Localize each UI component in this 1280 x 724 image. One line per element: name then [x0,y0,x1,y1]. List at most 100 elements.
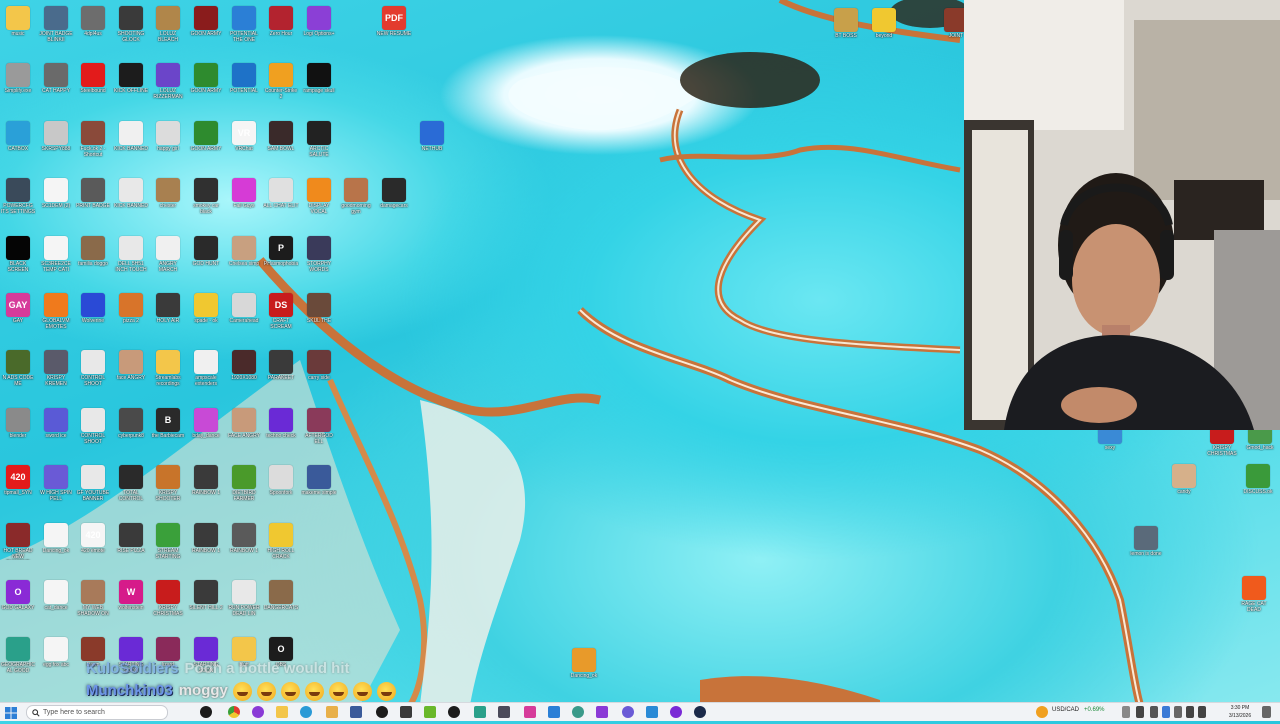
desktop-icon[interactable]: Chelsea simp [226,236,262,267]
desktop-icon[interactable]: SKUL THE [301,293,337,324]
desktop-icon[interactable]: Logi Options+ [301,6,337,37]
app-icon-6[interactable] [572,706,584,718]
app-icon-2[interactable] [400,706,412,718]
desktop-icon[interactable]: sword ice [38,408,74,439]
desktop-icon[interactable]: SKRSPY888 [38,121,74,152]
desktop-icon[interactable]: makeme simple [301,465,337,496]
desktop-icon[interactable]: Wwolfenstein [113,580,149,611]
desktop-icon[interactable]: HOT BREAD NEW DIAMOND [0,523,36,560]
desktop-icon[interactable]: Spoonfork [263,465,299,496]
app-icon-1[interactable] [350,706,362,718]
desktop-icon[interactable]: Fall Guys [226,178,262,209]
desktop-icon[interactable]: STREAM STARTING [150,523,186,560]
desktop-icon[interactable]: HOLY AIR [150,293,186,324]
desktop-icon[interactable]: PARAKEET [263,350,299,381]
desktop-icon[interactable]: POTENTIAL [226,63,262,94]
desktop-icon[interactable]: Counter-Strike 2 [263,63,299,100]
desktop-icon[interactable]: 4dpl4us [75,6,111,37]
desktop-icon[interactable]: AFTERGOD ELL [301,408,337,445]
desktop-icon[interactable]: PRINT BADGE [75,178,111,209]
tray-chevron-icon[interactable] [1122,706,1130,718]
desktop-icon[interactable]: 420 420 emote [75,523,111,554]
desktop-icon[interactable]: Camerahead [226,293,262,324]
desktop-icon[interactable]: Streamlabs recordings [150,350,186,387]
desktop-icon[interactable]: 1920X1080 [226,350,262,381]
desktop-icon[interactable]: familia doggo [75,236,111,267]
desktop-icon[interactable]: SHOOTING GLOCK [113,6,149,43]
desktop-icon[interactable]: ANGRY MARCH [150,236,186,273]
desktop-icon[interactable]: goodmorning gym [338,178,374,215]
desktop-icon[interactable]: RUN POWER DEAD LIN [226,580,262,617]
desktop-icon[interactable]: GOD HUNT [188,236,224,267]
desktop-icon[interactable]: damagecars [376,178,412,209]
desktop-icon[interactable]: KICK OFFLINE [113,63,149,94]
desktop-icon[interactable]: HIGH ROLL CRACK [263,523,299,560]
desktop-icon[interactable]: PDF NEW RESUME [376,6,412,37]
desktop-icon[interactable]: GF YOUTUBE BANNER [75,465,111,502]
desktop-icon[interactable]: CAT HAPPY [38,63,74,94]
microphone-icon[interactable] [1136,706,1144,718]
obs-icon[interactable] [376,706,388,718]
app-icon-3[interactable] [474,706,486,718]
desktop-icon[interactable]: RAGE CAT DEAD [1236,576,1272,613]
calculator-icon[interactable] [498,706,510,718]
desktop-icon[interactable]: Simplify.exe [0,63,36,94]
github-icon[interactable] [448,706,460,718]
desktop-icon[interactable]: beyond [866,8,902,39]
desktop-icon[interactable]: GEOGRAPHICAL GOOD [0,637,36,674]
browser-icon[interactable] [252,706,264,718]
desktop-icon[interactable]: Bthe Barbiecam [150,408,186,439]
desktop-icon[interactable]: spade - ok [188,293,224,324]
desktop-icon[interactable]: techno check [263,408,299,439]
desktop-icon[interactable]: BLACK SCREEN [0,236,36,273]
desktop-icon[interactable]: POTENTIAL THE ONE [226,6,262,43]
folder-icon[interactable] [326,706,338,718]
desktop-icon[interactable]: LOLUZ BLEACH [150,6,186,43]
desktop-icon[interactable]: GLOBALVM EMOTES [38,293,74,330]
desktop-icon[interactable]: music [0,6,36,37]
desktop-icon[interactable]: SC1DEM (2) [38,178,74,209]
desktop-icon[interactable]: pizza 2 [113,293,149,324]
network-icon[interactable] [1186,706,1194,718]
desktop-icon[interactable]: ampscale extenders [188,350,224,387]
copilot-icon[interactable] [200,706,212,718]
desktop-icon[interactable]: POWERCFG ITS SETTINGS [0,178,36,215]
desktop-icon[interactable]: RAINBOW 1 [188,523,224,554]
desktop-icon[interactable]: chester [150,178,186,209]
taskbar-search-box[interactable]: Type here to search [26,705,168,720]
desktop-icon[interactable]: 420 tipmall_SYN [0,465,36,496]
edge-icon[interactable] [300,706,312,718]
desktop-icon[interactable]: STORPHY WORDS [301,236,337,273]
app-icon-10[interactable] [670,706,682,718]
chrome-icon[interactable] [228,706,240,718]
notification-icon[interactable] [1262,706,1271,718]
tray-app-icon-2[interactable] [1162,706,1170,718]
desktop-icon[interactable]: Steelbound [75,63,111,94]
volume-icon[interactable] [1198,706,1206,718]
desktop-icon[interactable]: cyberpunk8 [113,408,149,439]
desktop-icon[interactable]: KICK BANNED [113,178,149,209]
desktop-icon[interactable]: LOLUZ RIZZERMAN [150,63,186,100]
desktop-icon[interactable]: TOTAL CONTROL [113,465,149,502]
desktop-icon[interactable]: cat_dance [38,580,74,611]
app-icon-5[interactable] [548,706,560,718]
desktop-icon[interactable]: face ANGRY [113,350,149,381]
desktop-icon[interactable]: lemon is done [1128,526,1164,557]
desktop-icon[interactable]: egg fox abc [38,637,74,668]
desktop-icon[interactable]: KRISPY KREMEN [38,350,74,387]
desktop-icon[interactable]: ALL CHAT ELIT [263,178,299,209]
desktop-icon[interactable]: GOON ARMY [188,6,224,37]
app-icon-9[interactable] [646,706,658,718]
desktop-icon[interactable]: SILENT HILL 2 [188,580,224,611]
desktop-icon[interactable]: CATBOX [0,121,36,152]
desktop-icon[interactable]: N ADS CODE ME [0,350,36,387]
app-icon-8[interactable] [622,706,634,718]
desktop-icon[interactable]: BT BOSS [828,8,864,39]
desktop-icon[interactable]: W HIGH SPIN PELL [38,465,74,502]
desktop-icon[interactable]: DIETBIRD FARMER [226,465,262,502]
desktop-icon[interactable]: blender [0,408,36,439]
desktop-icon[interactable]: P PHasmophobia [263,236,299,267]
app-icon-4[interactable] [524,706,536,718]
desktop-icon[interactable]: rampage skull [301,63,337,94]
clock[interactable]: 3:30 PM 3/13/2026 [1222,703,1258,721]
